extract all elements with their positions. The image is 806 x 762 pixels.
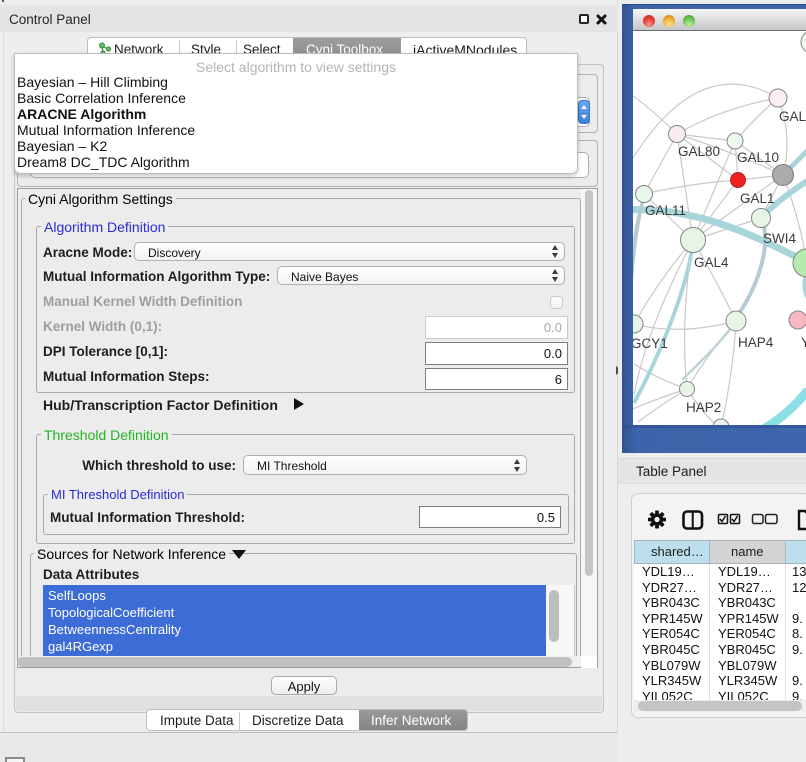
svg-text:HAP2: HAP2 <box>686 400 721 415</box>
svg-text:GCY1: GCY1 <box>633 336 668 351</box>
svg-text:Y: Y <box>801 335 806 350</box>
svg-text:GAL2: GAL2 <box>779 109 806 124</box>
svg-text:HAP4: HAP4 <box>738 335 774 350</box>
svg-text:SWI4: SWI4 <box>763 231 796 246</box>
svg-text:GAL80: GAL80 <box>678 144 720 159</box>
svg-text:GAL11: GAL11 <box>645 203 686 218</box>
svg-text:GAL10: GAL10 <box>737 150 779 165</box>
svg-text:GAL1: GAL1 <box>740 191 775 206</box>
svg-text:GAL4: GAL4 <box>694 255 729 270</box>
